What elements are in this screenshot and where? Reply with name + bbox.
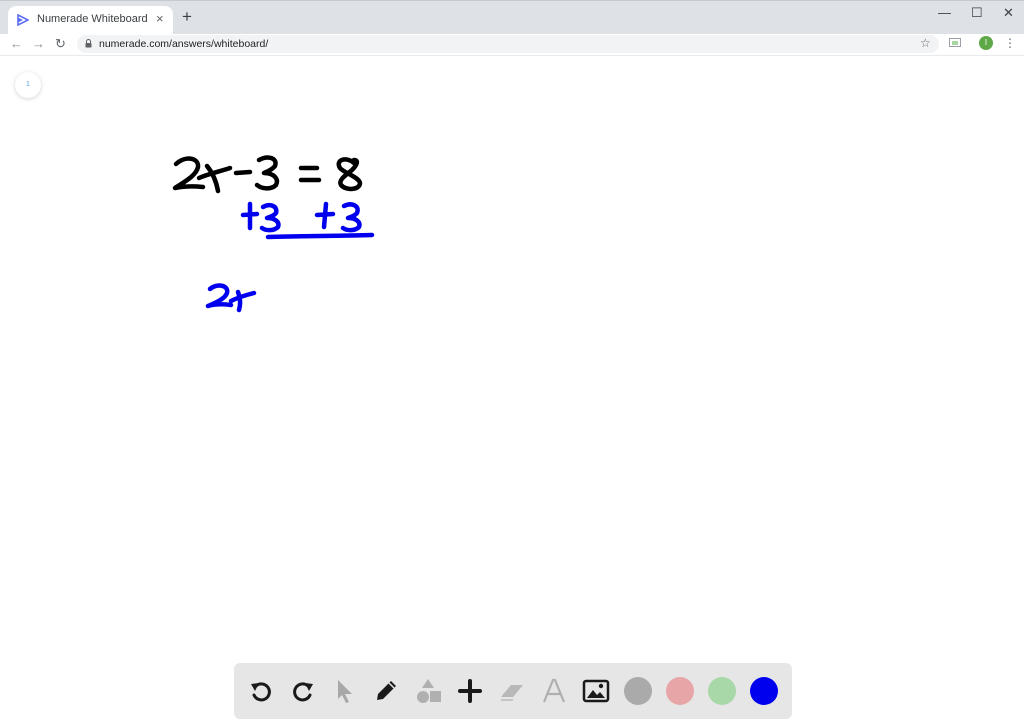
- color-swatch-gray[interactable]: [624, 677, 652, 705]
- stroke-underline: [265, 232, 375, 240]
- text-icon[interactable]: [540, 677, 568, 705]
- handwriting-layer: [172, 155, 375, 313]
- stroke-digit-3a: [259, 203, 281, 233]
- stroke-equals: [298, 165, 322, 183]
- stroke-letter-x2: [228, 289, 257, 313]
- stroke-plus-2: [314, 201, 336, 230]
- stroke-digit-3b: [340, 202, 362, 233]
- add-icon[interactable]: [456, 677, 484, 705]
- stroke-digit-3: [254, 155, 280, 191]
- shapes-icon[interactable]: [414, 677, 442, 705]
- color-swatch-pink[interactable]: [666, 677, 694, 705]
- image-icon[interactable]: [582, 677, 610, 705]
- stroke-minus: [233, 169, 253, 176]
- redo-icon[interactable]: [289, 677, 317, 705]
- stroke-digit-2: [172, 156, 206, 191]
- whiteboard-toolbar: [234, 663, 792, 719]
- color-swatch-green[interactable]: [708, 677, 736, 705]
- stroke-digit-2b: [205, 283, 234, 309]
- stroke-plus-1: [240, 201, 260, 231]
- pencil-icon[interactable]: [372, 677, 400, 705]
- pointer-icon[interactable]: [331, 677, 359, 705]
- eraser-icon[interactable]: [498, 677, 526, 705]
- handwriting-line2: [240, 201, 375, 240]
- handwriting-line1: [172, 155, 363, 194]
- stroke-digit-8: [336, 157, 363, 192]
- handwriting-line3: [205, 283, 257, 313]
- undo-icon[interactable]: [247, 677, 275, 705]
- color-swatch-blue[interactable]: [750, 677, 778, 705]
